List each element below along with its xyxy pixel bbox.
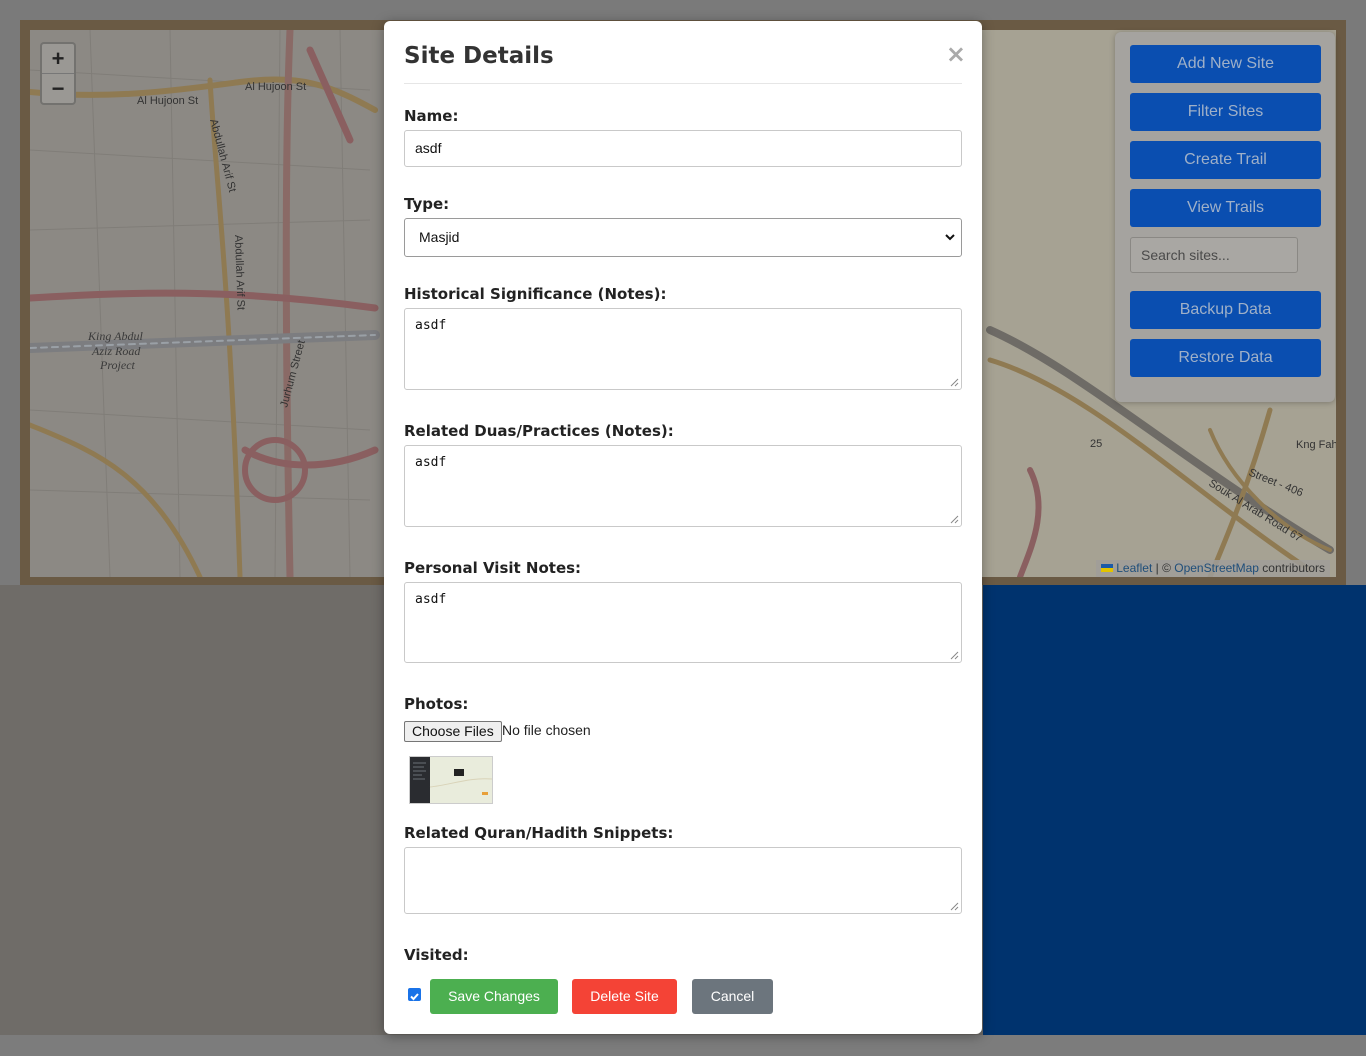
ukraine-flag-icon [1101,564,1114,572]
restore-data-button[interactable]: Restore Data [1130,339,1321,377]
map-label-king-abdul-aziz-1: King Abdul [87,329,143,343]
resize-handle-icon[interactable] [950,651,959,660]
map-attribution: Leaflet | © OpenStreetMap contributors [1096,560,1330,577]
file-status: No file chosen [502,722,591,738]
quran-label: Related Quran/Hadith Snippets: [404,824,674,842]
type-label: Type: [404,195,450,213]
chevron-down-icon [945,234,955,241]
personal-notes-label: Personal Visit Notes: [404,559,582,577]
modal-title: Site Details [404,43,554,69]
map-label-king-abdul-aziz-3: Project [99,358,136,372]
resize-handle-icon[interactable] [950,515,959,524]
save-changes-button[interactable]: Save Changes [430,979,558,1014]
attribution-suffix: contributors [1258,561,1325,575]
zoom-control: + − [40,42,76,105]
photos-label: Photos: [404,695,469,713]
add-new-site-button[interactable]: Add New Site [1130,45,1321,83]
photo-thumbnail-image [410,757,492,803]
type-select[interactable]: Masjid [404,218,962,257]
checkmark-icon [410,993,419,1001]
page-bottom-strip [0,1035,1366,1056]
historical-value: asdf [415,318,447,333]
openstreetmap-link[interactable]: OpenStreetMap [1174,561,1259,575]
photo-thumbnail[interactable] [409,756,493,804]
page-background-right [983,585,1366,1035]
zoom-in-button[interactable]: + [42,44,74,73]
filter-sites-button[interactable]: Filter Sites [1130,93,1321,131]
map-label-road-25: 25 [1090,438,1102,450]
site-details-modal: Site Details × Name: asdf Type: Masjid H… [384,21,982,1034]
personal-notes-value: asdf [415,592,447,607]
duas-value: asdf [415,455,447,470]
visited-checkbox[interactable] [408,988,421,1001]
view-trails-button[interactable]: View Trails [1130,189,1321,227]
control-panel: Add New Site Filter Sites Create Trail V… [1115,32,1335,402]
historical-label: Historical Significance (Notes): [404,285,667,303]
map-label-king-fahd: Kng Fahd [1296,439,1336,451]
resize-handle-icon[interactable] [950,902,959,911]
delete-site-button[interactable]: Delete Site [572,979,677,1014]
type-select-value: Masjid [419,229,460,245]
backup-data-button[interactable]: Backup Data [1130,291,1321,329]
historical-textarea[interactable]: asdf [404,308,962,390]
duas-textarea[interactable]: asdf [404,445,962,527]
modal-divider [404,83,962,84]
leaflet-link[interactable]: Leaflet [1116,561,1152,575]
visited-label: Visited: [404,946,469,964]
attribution-separator: | © [1152,561,1175,575]
map-label-hujoon-2: Al Hujoon St [245,81,306,93]
close-icon[interactable]: × [946,40,966,68]
map-label-hujoon-1: Al Hujoon St [137,95,198,107]
quran-textarea[interactable] [404,847,962,914]
create-trail-button[interactable]: Create Trail [1130,141,1321,179]
duas-label: Related Duas/Practices (Notes): [404,422,674,440]
name-input[interactable]: asdf [404,130,962,167]
resize-handle-icon[interactable] [950,378,959,387]
personal-notes-textarea[interactable]: asdf [404,582,962,663]
cancel-button[interactable]: Cancel [692,979,773,1014]
name-label: Name: [404,107,459,125]
search-sites-input[interactable]: Search sites... [1130,237,1298,273]
map-label-king-abdul-aziz-2: Aziz Road [91,344,141,358]
choose-files-button[interactable]: Choose Files [404,721,502,742]
zoom-out-button[interactable]: − [42,73,74,103]
